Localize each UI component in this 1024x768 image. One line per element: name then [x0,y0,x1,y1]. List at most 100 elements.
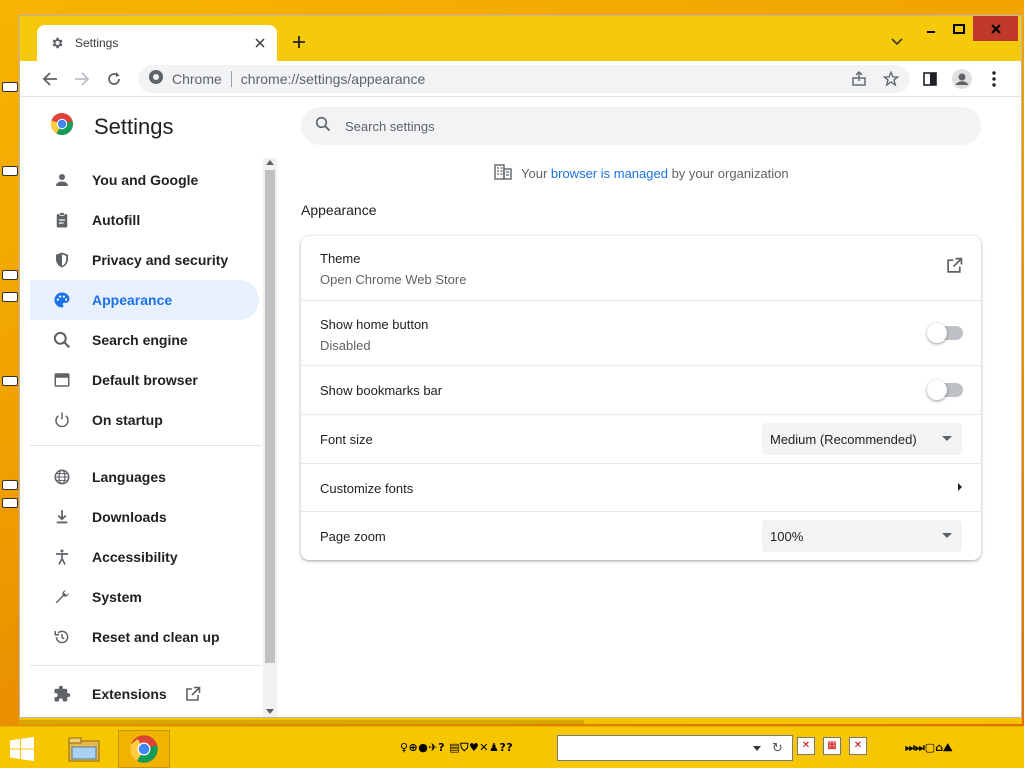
maximize-button[interactable] [945,16,973,41]
horizontal-scrollbar[interactable] [19,718,1022,724]
managed-link[interactable]: browser is managed [551,166,668,181]
tray-glyph-icons: ♀⊕●✈? ▤⛉♥✕♟?? [400,741,514,754]
sidebar-item-reset-and-clean-up[interactable]: Reset and clean up [30,617,259,657]
managed-suffix: by your organization [667,166,789,181]
person-icon [52,170,72,190]
sidebar-item-on-startup[interactable]: On startup [30,400,259,440]
page-zoom-value: 100% [770,528,804,544]
sidebar-item-system[interactable]: System [30,577,259,617]
sidebar-item-downloads[interactable]: Downloads [30,497,259,537]
side-panel-icon[interactable] [916,65,944,93]
desktop-shortcut-icon[interactable] [2,480,18,490]
sidebar-item-extensions[interactable]: Extensions [30,674,259,714]
sidebar-item-privacy-and-security[interactable]: Privacy and security [30,240,259,280]
action-center-icon[interactable]: ✕ [849,737,867,755]
sidebar-item-label: On startup [92,412,163,428]
palette-icon [52,290,72,310]
dropdown-arrow-icon [942,436,952,441]
chrome-badge-icon[interactable] [148,69,164,90]
share-icon[interactable] [845,65,873,93]
sidebar-item-accessibility[interactable]: Accessibility [30,537,259,577]
dropdown-arrow-icon[interactable] [753,746,761,751]
font-size-value: Medium (Recommended) [770,431,917,447]
settings-page: Settings You and Google Autofill Privacy… [20,98,1021,717]
theme-row[interactable]: Theme Open Chrome Web Store [301,236,981,300]
accessibility-icon [52,547,72,567]
sidebar-item-you-and-google[interactable]: You and Google [30,160,259,200]
shield-icon [52,250,72,270]
sidebar-item-label: Default browser [92,372,198,388]
start-button[interactable] [6,735,38,763]
sidebar-item-label: Accessibility [92,549,178,565]
kebab-menu-icon[interactable] [980,65,1008,93]
volume-muted-icon[interactable]: ✕ [797,737,815,755]
scrollbar-thumb[interactable] [19,720,584,724]
forward-button[interactable] [68,65,96,93]
globe-icon [52,467,72,487]
chrome-window: Settings Chrome chrome://settings/appear… [19,15,1022,718]
page-zoom-select[interactable]: 100% [762,520,962,552]
back-button[interactable] [36,65,64,93]
refresh-icon[interactable]: ↻ [772,740,783,756]
managed-notice: Your browser is managed by your organiza… [494,164,789,183]
home-button-toggle[interactable] [927,323,963,343]
sidebar-item-label: Search engine [92,332,188,348]
file-explorer-icon[interactable] [60,730,108,768]
desktop-shortcut-icon[interactable] [2,292,18,302]
scrollbar-thumb[interactable] [265,170,275,663]
reload-button[interactable] [100,65,128,93]
sidebar-item-label: Extensions [92,686,167,702]
chevron-down-icon[interactable] [886,31,908,53]
star-icon[interactable] [877,65,905,93]
home-button-row: Show home button Disabled [301,300,981,365]
sidebar-item-autofill[interactable]: Autofill [30,200,259,240]
tab-settings[interactable]: Settings [37,25,277,61]
desktop-shortcut-icon[interactable] [2,82,18,92]
browser-toolbar: Chrome chrome://settings/appearance [20,61,1021,97]
sidebar-item-appearance[interactable]: Appearance [30,280,259,320]
customize-fonts-label: Customize fonts [320,481,414,496]
search-icon [315,116,331,137]
customize-fonts-row[interactable]: Customize fonts [301,463,981,511]
sidebar-item-default-browser[interactable]: Default browser [30,360,259,400]
network-icon[interactable]: ▦ [823,737,841,755]
close-icon[interactable] [251,34,269,52]
omnibox-url[interactable]: chrome://settings/appearance [241,71,425,87]
sidebar-item-label: Reset and clean up [92,629,220,645]
chrome-logo-icon [50,112,74,141]
sidebar-item-label: Appearance [92,292,173,308]
settings-search-bar[interactable] [301,107,981,145]
sidebar-item-label: Privacy and security [92,252,229,268]
tray-icons: ✕ ▦ ✕ [797,737,867,755]
taskbar: ♀⊕●✈? ▤⛉♥✕♟?? ↻ ✕ ▦ ✕ ⏭⏭▢⌂⛰ [0,726,1024,768]
sidebar-item-label: Downloads [92,509,167,525]
desktop-shortcut-icon[interactable] [2,270,18,280]
puzzle-icon [52,684,72,704]
font-size-select[interactable]: Medium (Recommended) [762,423,962,455]
power-icon [52,410,72,430]
minimize-button[interactable] [917,16,945,41]
settings-header: Settings [50,112,174,141]
open-in-new-icon[interactable] [946,257,963,279]
sidebar-scrollbar[interactable] [263,158,277,717]
window-close-button[interactable] [973,16,1018,41]
new-tab-button[interactable] [288,31,310,53]
sidebar-item-search-engine[interactable]: Search engine [30,320,259,360]
desktop-shortcut-icon[interactable] [2,166,18,176]
sidebar-divider [30,665,262,666]
desktop-shortcut-icon[interactable] [2,376,18,386]
address-bar[interactable]: Chrome chrome://settings/appearance [138,65,910,93]
chrome-taskbar-icon[interactable] [118,730,170,768]
chevron-right-icon [957,479,963,497]
open-in-new-icon [185,686,201,702]
taskbar-address-input[interactable]: ↻ [557,735,793,761]
scroll-up-arrow[interactable] [266,160,274,165]
scroll-down-arrow[interactable] [266,709,274,714]
sidebar-item-languages[interactable]: Languages [30,457,259,497]
bookmarks-bar-toggle[interactable] [927,380,963,400]
search-input[interactable] [345,118,925,134]
profile-avatar[interactable] [948,65,976,93]
browser-icon [52,370,72,390]
desktop-shortcut-icon[interactable] [2,498,18,508]
wrench-icon [52,587,72,607]
